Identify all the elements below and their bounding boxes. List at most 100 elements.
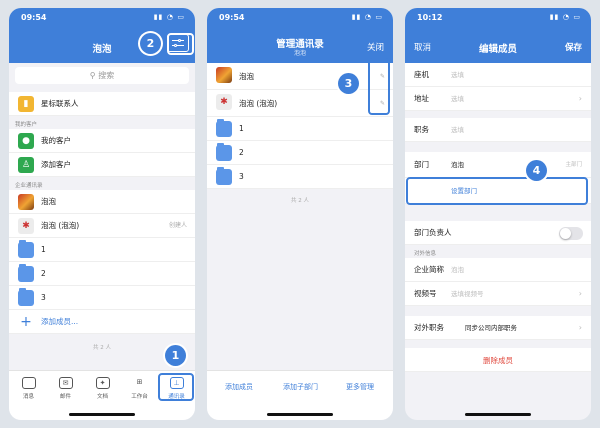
edit-member-screen: 10:12 ▮▮ ◔ ▭ 取消 编辑成员 保存 座机 选填 地址 选填 › 职务…: [405, 8, 591, 420]
contact-name: 泡泡 (泡泡): [239, 99, 278, 108]
contact-row[interactable]: 泡泡 ✎: [207, 63, 393, 90]
step-badge: 3: [338, 73, 359, 94]
avatar: [18, 194, 34, 210]
tab-docs[interactable]: ✦ 文档: [84, 377, 121, 400]
add-member-link: 添加成员...: [41, 317, 79, 326]
contact-row[interactable]: ✱ 泡泡 (泡泡) ✎: [207, 90, 393, 117]
step-badge: 1: [165, 345, 186, 366]
header: 09:54 ▮▮ ◔ ▭ 管理通讯录 泡泡 关闭: [207, 8, 393, 63]
folder-icon: [18, 264, 34, 282]
folder-row[interactable]: 2: [207, 141, 393, 165]
page-title: 编辑成员: [478, 44, 517, 55]
add-subdepartment-button[interactable]: 添加子部门: [283, 382, 318, 392]
section-label: 企业通讯录: [15, 183, 43, 189]
highlight-box: [167, 33, 194, 55]
contact-name: 泡泡: [41, 197, 56, 206]
contact-name: 泡泡 (泡泡): [41, 221, 80, 230]
folder-row[interactable]: 2: [9, 262, 195, 286]
contact-row[interactable]: ✱ 泡泡 (泡泡) 创建人: [9, 214, 195, 238]
primary-dept-badge: 主部门: [565, 162, 582, 168]
home-indicator: [465, 413, 531, 416]
status-time: 10:12: [417, 13, 443, 22]
tab-messages[interactable]: 消息: [10, 377, 47, 400]
wechat-icon: ●: [18, 133, 34, 149]
company-short-name-field[interactable]: 企业简称 泡泡: [405, 258, 591, 282]
search-icon: ⚲: [89, 71, 96, 80]
signal-wifi-battery-icon: ▮▮ ◔ ▭: [549, 13, 581, 21]
avatar: ✱: [18, 218, 34, 234]
home-indicator: [69, 413, 135, 416]
mail-icon: ✉: [58, 377, 73, 389]
folder-name: 3: [41, 293, 46, 302]
dept-head-row[interactable]: 部门负责人: [405, 221, 591, 245]
doc-icon: ✦: [95, 377, 110, 389]
add-member-row[interactable]: + 添加成员...: [9, 310, 195, 334]
contact-row[interactable]: 泡泡: [9, 190, 195, 214]
manage-contacts-screen: 09:54 ▮▮ ◔ ▭ 管理通讯录 泡泡 关闭 泡泡 ✎ ✱ 泡泡 (泡泡) …: [207, 8, 393, 420]
highlight-box: [158, 373, 194, 401]
contact-name: 泡泡: [239, 72, 254, 81]
position-field[interactable]: 职务 选填: [405, 118, 591, 142]
folder-row[interactable]: 1: [207, 117, 393, 141]
folder-name: 3: [239, 172, 244, 181]
folder-icon: [216, 119, 232, 137]
save-button[interactable]: 保存: [565, 41, 582, 53]
folder-row[interactable]: 1: [9, 238, 195, 262]
list-item-starred[interactable]: ▮ 星标联系人: [9, 92, 195, 116]
list-item-label: 星标联系人: [41, 99, 79, 108]
add-member-button[interactable]: 添加成员: [225, 382, 253, 392]
status-time: 09:54: [21, 13, 47, 22]
department-field[interactable]: 部门 泡泡 主部门: [405, 152, 591, 178]
delete-member-button[interactable]: 删除成员: [405, 348, 591, 372]
address-field[interactable]: 地址 选填 ›: [405, 87, 591, 111]
list-item-label: 添加客户: [41, 160, 71, 169]
folder-name: 1: [41, 245, 46, 254]
home-indicator: [267, 413, 333, 416]
list-item-add-customer[interactable]: ♙ 添加客户: [9, 153, 195, 177]
folder-icon: [18, 288, 34, 306]
external-position-field[interactable]: 对外职务 同步公司内部职务 ›: [405, 316, 591, 340]
section-label: 对外信息: [414, 251, 437, 257]
step-badge: 4: [526, 160, 547, 181]
video-account-field[interactable]: 视频号 选填视频号 ›: [405, 282, 591, 306]
tab-mail[interactable]: ✉ 邮件: [47, 377, 84, 400]
member-count: 共 2 人: [291, 198, 309, 204]
list-item-label: 我的客户: [41, 136, 71, 145]
folder-row[interactable]: 3: [207, 165, 393, 189]
tab-workbench[interactable]: ⊞ 工作台: [121, 377, 158, 400]
header: 10:12 ▮▮ ◔ ▭ 取消 编辑成员 保存: [405, 8, 591, 63]
plus-icon: +: [20, 314, 32, 330]
step-badge: 2: [140, 33, 161, 54]
signal-wifi-battery-icon: ▮▮ ◔ ▭: [351, 13, 383, 21]
more-management-button[interactable]: 更多管理: [346, 382, 374, 392]
status-bar: 10:12 ▮▮ ◔ ▭: [417, 13, 581, 25]
folder-name: 2: [41, 269, 46, 278]
chevron-right-icon: ›: [578, 94, 582, 103]
dept-head-toggle[interactable]: [559, 227, 583, 240]
search-input[interactable]: ⚲ 搜索: [15, 67, 189, 84]
folder-name: 1: [239, 124, 244, 133]
highlight-box: [406, 177, 588, 205]
highlight-box: [368, 58, 390, 115]
list-item-my-customers[interactable]: ● 我的客户: [9, 129, 195, 153]
folder-icon: [216, 143, 232, 161]
bookmark-icon: ▮: [18, 96, 34, 112]
folder-icon: [18, 240, 34, 258]
landline-field[interactable]: 座机 选填: [405, 63, 591, 87]
contacts-screen: 09:54 ▮▮ ◔ ▭ 泡泡 ⚲ 搜索 ▮ 星标联系人 我的客户 ● 我的客户…: [9, 8, 195, 420]
status-bar: 09:54 ▮▮ ◔ ▭: [219, 13, 383, 25]
chat-icon: [21, 377, 36, 389]
folder-name: 2: [239, 148, 244, 157]
signal-wifi-battery-icon: ▮▮ ◔ ▭: [153, 13, 185, 21]
status-time: 09:54: [219, 13, 245, 22]
avatar: [216, 67, 232, 83]
chevron-right-icon: ›: [578, 323, 582, 332]
close-button[interactable]: 关闭: [367, 41, 384, 53]
folder-icon: [216, 167, 232, 185]
status-bar: 09:54 ▮▮ ◔ ▭: [21, 13, 185, 25]
folder-row[interactable]: 3: [9, 286, 195, 310]
avatar: ✱: [216, 94, 232, 110]
creator-badge: 创建人: [168, 222, 187, 229]
chevron-right-icon: ›: [578, 289, 582, 298]
add-person-icon: ♙: [18, 157, 34, 173]
